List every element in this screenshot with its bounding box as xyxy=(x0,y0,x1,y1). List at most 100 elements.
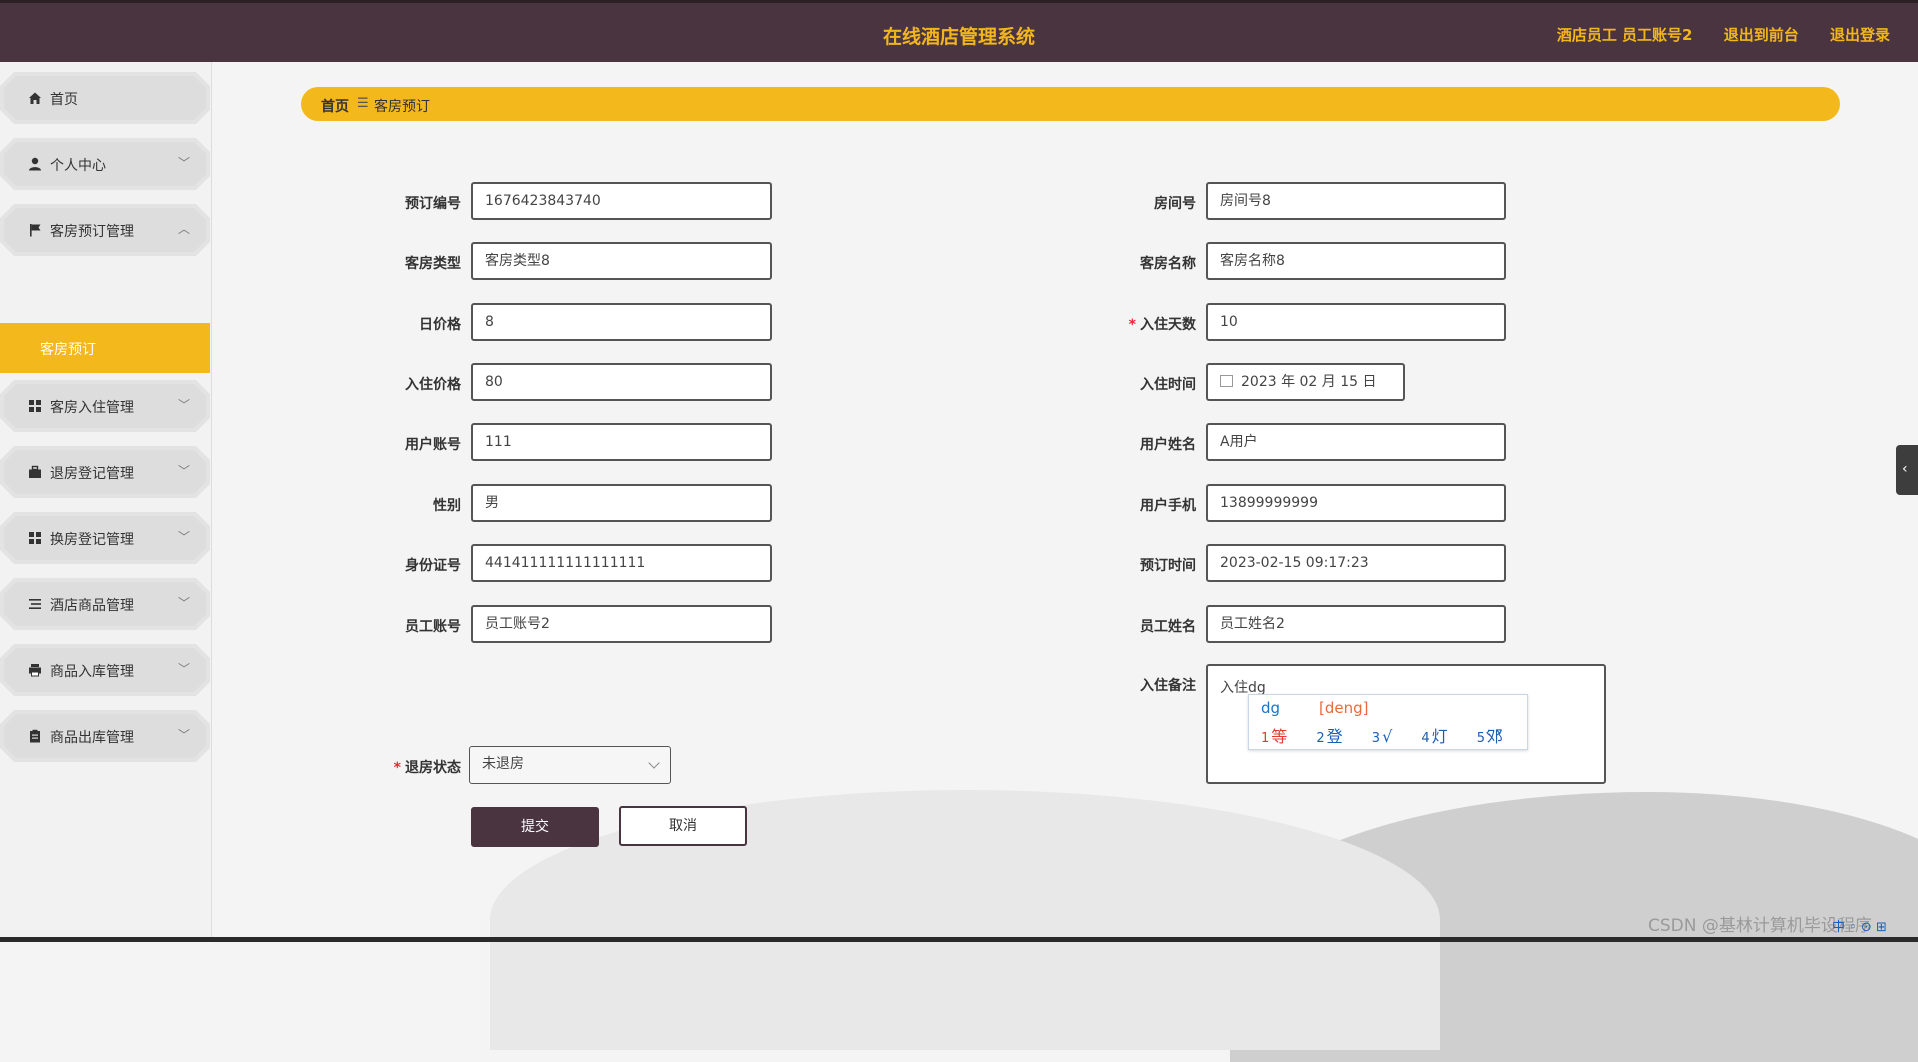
sidebar-subitem-label: 客房预订 xyxy=(40,342,96,358)
ime-pinyin: dg xyxy=(1261,699,1281,717)
clipboard-icon xyxy=(30,729,40,743)
breadcrumb-separator-icon: ☰ xyxy=(357,96,369,111)
sidebar-item-label: 退房登记管理 xyxy=(50,466,134,482)
sidebar-item-checkout-management[interactable]: 退房登记管理 ﹀ xyxy=(0,446,210,498)
checkout-status-select[interactable]: 未退房 xyxy=(469,746,671,784)
sidebar-item-room-change-management[interactable]: 换房登记管理 ﹀ xyxy=(0,512,210,564)
ime-candidate[interactable]: 1等 xyxy=(1261,727,1299,746)
staff-account-field[interactable]: 员工账号2 xyxy=(471,605,772,643)
id-number-field[interactable]: 441411111111111111 xyxy=(471,544,772,582)
room-name-field[interactable]: 客房名称8 xyxy=(1206,242,1506,280)
grid-icon xyxy=(29,400,41,412)
field-label: 预订编号 xyxy=(405,196,461,212)
field-label: 用户姓名 xyxy=(1140,437,1196,453)
sidebar: 首页 个人中心 ﹀ 客房预订管理 ︿ 客房预订 客房入住管理 ﹀ 退房登记管理 … xyxy=(0,62,212,942)
sidebar-item-goods-management[interactable]: 酒店商品管理 ﹀ xyxy=(0,578,210,630)
back-to-front-link[interactable]: 退出到前台 xyxy=(1724,26,1799,44)
submit-button[interactable]: 提交 xyxy=(471,807,599,847)
field-label: 入住备注 xyxy=(1140,678,1196,694)
chevron-down-icon: ﹀ xyxy=(177,596,190,610)
breadcrumb-home[interactable]: 首页 xyxy=(321,96,349,116)
ime-candidate[interactable]: 3 √ xyxy=(1372,727,1404,746)
flag-icon xyxy=(30,224,41,237)
briefcase-icon xyxy=(29,465,41,478)
chevron-down-icon xyxy=(648,757,660,769)
ime-hint: [deng] xyxy=(1319,699,1369,717)
room-number-field[interactable]: 房间号8 xyxy=(1206,182,1506,220)
chevron-left-icon: ‹ xyxy=(1902,461,1908,477)
checkin-price-field[interactable]: 80 xyxy=(471,363,772,401)
sidebar-item-label: 酒店商品管理 xyxy=(50,598,134,614)
field-label-text: 退房状态 xyxy=(405,760,461,776)
sidebar-item-label: 个人中心 xyxy=(50,158,106,174)
header-links: 酒店员工 员工账号2 退出到前台 退出登录 xyxy=(1531,24,1890,45)
required-marker: * xyxy=(1128,317,1136,333)
user-account-field[interactable]: 111 xyxy=(471,423,772,461)
room-type-field[interactable]: 客房类型8 xyxy=(471,242,772,280)
sidebar-item-home[interactable]: 首页 xyxy=(0,72,210,124)
field-label-text: 入住天数 xyxy=(1140,317,1196,333)
ime-candidate[interactable]: 4灯 xyxy=(1421,727,1459,746)
home-icon xyxy=(29,92,41,104)
printer-icon xyxy=(29,664,41,677)
field-label: 入住时间 xyxy=(1140,377,1196,393)
field-label: 房间号 xyxy=(1154,196,1196,212)
chevron-down-icon: ﹀ xyxy=(177,156,190,170)
staff-name-field[interactable]: 员工姓名2 xyxy=(1206,605,1506,643)
ime-page-nav[interactable]: ‹ › xyxy=(1485,725,1501,741)
sidebar-item-booking-management[interactable]: 客房预订管理 ︿ xyxy=(0,204,210,256)
field-label: 入住价格 xyxy=(405,377,461,393)
user-icon xyxy=(29,157,41,171)
sidebar-item-goods-outbound-management[interactable]: 商品出库管理 ﹀ xyxy=(0,710,210,762)
sidebar-item-label: 客房入住管理 xyxy=(50,400,134,416)
sidebar-subitem-booking[interactable]: 客房预订 xyxy=(0,323,210,373)
system-tray: 中 ◦ ⊙ ⊞ xyxy=(1832,920,1887,935)
field-label: 日价格 xyxy=(419,317,461,333)
daily-price-field[interactable]: 8 xyxy=(471,303,772,341)
chevron-down-icon: ﹀ xyxy=(177,464,190,478)
chevron-down-icon: ﹀ xyxy=(177,662,190,676)
field-label: 员工姓名 xyxy=(1140,619,1196,635)
chevron-down-icon: ﹀ xyxy=(177,530,190,544)
sidebar-item-label: 客房预订管理 xyxy=(50,224,134,240)
booking-number-field[interactable]: 1676423843740 xyxy=(471,182,772,220)
field-label: * 退房状态 xyxy=(341,757,461,777)
cancel-button[interactable]: 取消 xyxy=(619,806,747,846)
checkin-date-value: 2023 年 02 月 15 日 xyxy=(1241,374,1377,390)
bottom-strip xyxy=(0,937,1918,942)
sidebar-item-label: 首页 xyxy=(50,92,78,108)
user-phone-field[interactable]: 13899999999 xyxy=(1206,484,1506,522)
field-label: 客房名称 xyxy=(1140,256,1196,272)
field-label: 性别 xyxy=(433,498,461,514)
checkin-days-field[interactable]: 10 xyxy=(1206,303,1506,341)
chevron-up-icon: ︿ xyxy=(177,222,190,236)
field-label: 身份证号 xyxy=(405,558,461,574)
sidebar-item-label: 商品入库管理 xyxy=(50,664,134,680)
current-user: 酒店员工 员工账号2 xyxy=(1556,26,1693,44)
sidebar-item-personal-center[interactable]: 个人中心 ﹀ xyxy=(0,138,210,190)
sidebar-item-label: 商品出库管理 xyxy=(50,730,134,746)
checkout-status-value: 未退房 xyxy=(482,756,524,772)
sidebar-item-label: 换房登记管理 xyxy=(50,532,134,548)
field-label: 客房类型 xyxy=(405,256,461,272)
side-collapse-tab[interactable]: ‹ xyxy=(1896,445,1918,495)
field-label: 用户账号 xyxy=(405,437,461,453)
field-label: 预订时间 xyxy=(1140,558,1196,574)
sidebar-item-checkin-management[interactable]: 客房入住管理 ﹀ xyxy=(0,380,210,432)
chevron-down-icon: ﹀ xyxy=(177,728,190,742)
booking-time-field[interactable]: 2023-02-15 09:17:23 xyxy=(1206,544,1506,582)
logout-link[interactable]: 退出登录 xyxy=(1830,26,1890,44)
sidebar-item-goods-inbound-management[interactable]: 商品入库管理 ﹀ xyxy=(0,644,210,696)
field-label: 用户手机 xyxy=(1140,498,1196,514)
field-label: 员工账号 xyxy=(405,619,461,635)
ime-candidate[interactable]: 2登 xyxy=(1316,727,1354,746)
breadcrumb-current: 客房预订 xyxy=(374,99,430,115)
list-icon xyxy=(29,599,41,609)
calendar-icon xyxy=(1220,375,1233,387)
user-name-field[interactable]: A用户 xyxy=(1206,423,1506,461)
chevron-down-icon: ﹀ xyxy=(177,398,190,412)
required-marker: * xyxy=(393,760,401,776)
top-header: 在线酒店管理系统 酒店员工 员工账号2 退出到前台 退出登录 xyxy=(0,0,1918,62)
checkin-date-picker[interactable]: 2023 年 02 月 15 日 xyxy=(1206,363,1405,401)
gender-field[interactable]: 男 xyxy=(471,484,772,522)
